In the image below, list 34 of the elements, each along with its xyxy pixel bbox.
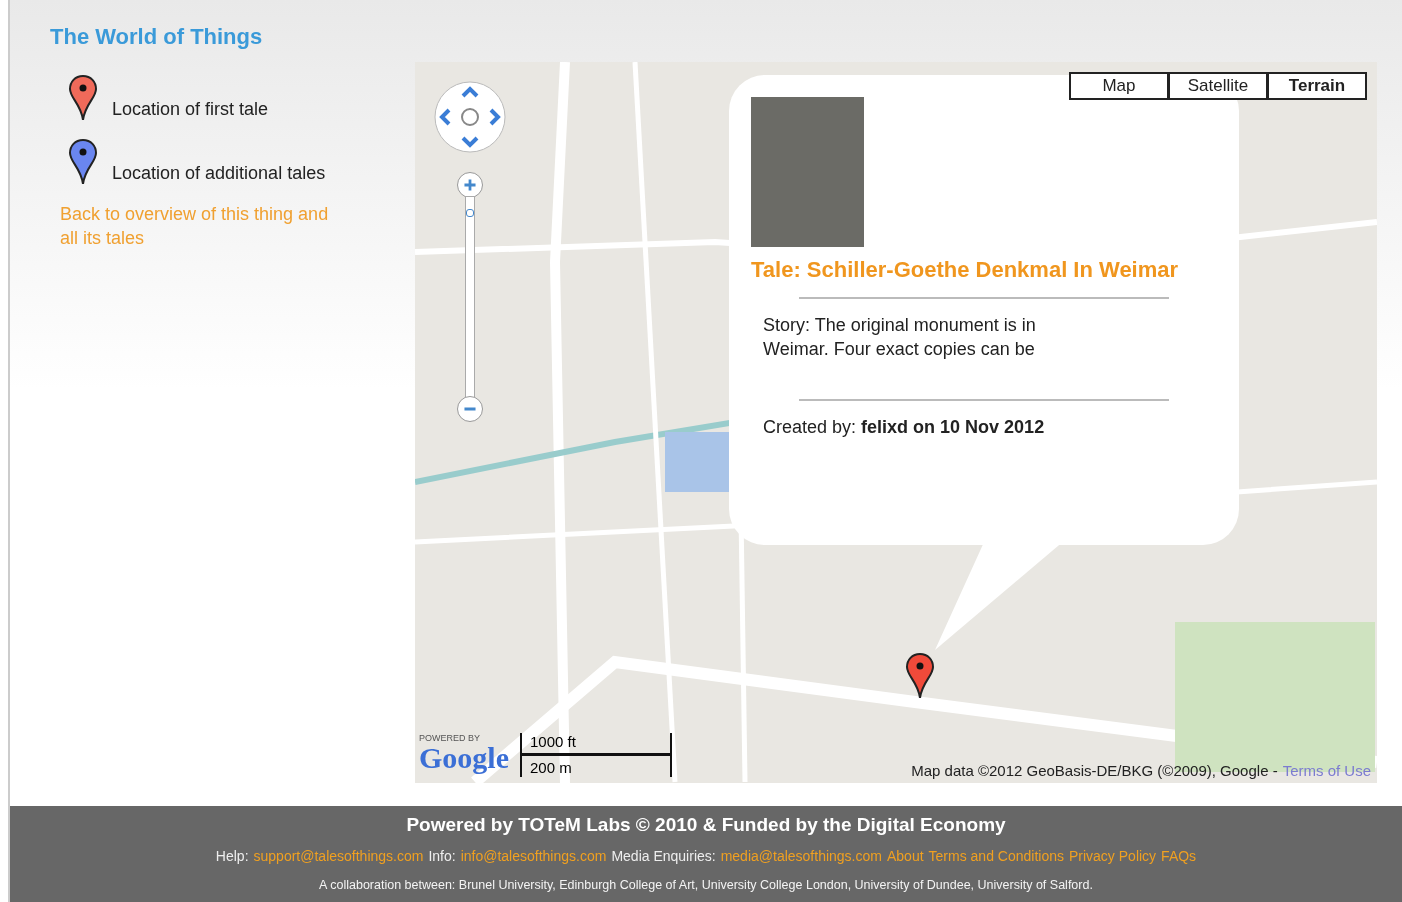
legend-label: Location of first tale — [112, 99, 269, 120]
scale-label: 1000 ft — [530, 733, 576, 750]
footer-label: Help: — [215, 848, 249, 864]
footer-link[interactable]: FAQs — [1161, 848, 1197, 864]
map-type-button[interactable]: Satellite — [1168, 72, 1268, 100]
map-marker-icon — [905, 652, 935, 700]
pan-control-icon[interactable] — [433, 80, 507, 154]
scale-label: 200 m — [530, 759, 572, 776]
logo-text: Google — [419, 743, 509, 773]
zoom-out-icon[interactable] — [457, 396, 483, 422]
footer-link[interactable]: support@talesofthings.com — [253, 848, 424, 864]
collaboration-text: A collaboration between: Brunel University, Edinburgh College of Art, University College London, University of Dundee, University of Salford. — [319, 878, 1093, 892]
legend-label: Location of additional tales — [112, 163, 326, 184]
map-type-button[interactable]: Terrain — [1267, 72, 1367, 100]
footer-link[interactable]: Terms and Conditions — [928, 848, 1064, 864]
map-type-button[interactable]: Map — [1069, 72, 1169, 100]
terms-link[interactable]: Terms of Use — [1282, 762, 1371, 779]
logo-caption: POWERED BY — [419, 733, 481, 743]
footer-link[interactable]: Privacy Policy — [1068, 848, 1157, 864]
zoom-in-icon[interactable] — [457, 172, 483, 198]
street-map-drawing[interactable] — [415, 62, 1377, 783]
tale-title: Tale: Schiller-Goethe Denkmal In Weimar — [751, 257, 1180, 283]
footer-link[interactable]: media@talesofthings.com — [720, 848, 882, 864]
attribution-text: Map data ©2012 GeoBasis-DE/BKG (©2009), Google - — [911, 762, 1278, 779]
created-by-text: Created by: felixd on 10 Nov 2012 — [763, 417, 1046, 438]
zoom-slider-thumb[interactable] — [466, 208, 474, 217]
footer-headline: Powered by TOTeM Labs © 2010 & Funded by the Digital Economy — [406, 814, 1006, 836]
site-title: The World of Things — [50, 24, 264, 50]
footer-label: Info: — [428, 848, 456, 864]
back-link[interactable]: Back to overview of this thing and all its tales — [60, 202, 345, 250]
footer-link[interactable]: About — [886, 848, 924, 864]
footer-link[interactable]: info@talesofthings.com — [460, 848, 607, 864]
footer-label: Media Enquiries: — [611, 848, 716, 864]
story-text: Story: The original monument is in Weimar. Four exact copies can be — [763, 314, 1037, 361]
